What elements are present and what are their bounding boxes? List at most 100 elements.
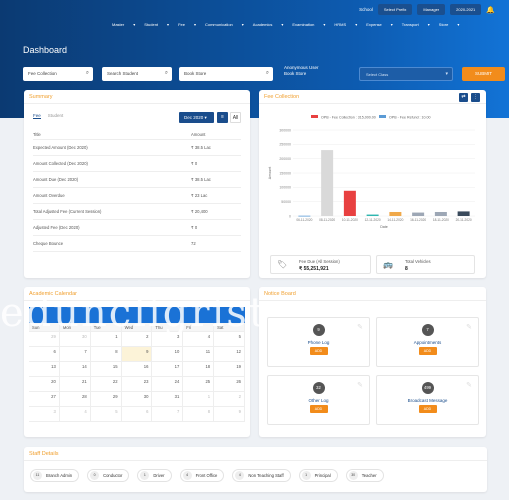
calendar-day-header: Fri: [183, 323, 215, 332]
calendar-day[interactable]: 1: [183, 392, 215, 407]
book-store-input[interactable]: Book Store ⌕: [179, 67, 273, 81]
kpi-total-vehicles[interactable]: 🚌 Total Vehicles 8: [376, 255, 475, 274]
calendar-day[interactable]: 30: [121, 392, 153, 407]
notice-name[interactable]: Appointments: [377, 340, 478, 345]
calendar-day[interactable]: 6: [121, 407, 153, 422]
calendar-day[interactable]: 10: [152, 347, 184, 362]
nav-item-master[interactable]: Master: [112, 22, 124, 27]
staff-role: Front Office: [195, 473, 218, 478]
bar-chart: OPB - Fee Collection : 315,000.00 OPB - F…: [268, 115, 475, 229]
calendar-day[interactable]: 3: [29, 407, 60, 422]
search-student-input[interactable]: Search Student ⌕: [102, 67, 172, 81]
calendar-day[interactable]: 26: [214, 377, 245, 392]
calendar-day[interactable]: 24: [152, 377, 184, 392]
add-button[interactable]: ADD: [418, 347, 437, 355]
notice-other-log: ✎ 32 Other Log ADD: [267, 375, 370, 425]
nav-item-store[interactable]: Store: [439, 22, 449, 27]
nav-item-hrms[interactable]: HRMS: [334, 22, 346, 27]
calendar-day[interactable]: 9: [214, 407, 245, 422]
notice-count: 499: [421, 382, 434, 394]
calendar-day[interactable]: 2: [121, 332, 153, 347]
staff-chip[interactable]: 1 Principal: [298, 469, 338, 482]
chevron-down-icon: ▾: [355, 22, 358, 27]
calendar-day[interactable]: 25: [183, 377, 215, 392]
calendar-day[interactable]: 2: [214, 392, 245, 407]
refresh-icon[interactable]: ⇄: [459, 93, 468, 102]
branch-select[interactable]: Select Prefix: [377, 4, 413, 15]
staff-chip[interactable]: 30 Teacher: [345, 469, 384, 482]
calendar-day[interactable]: 7: [59, 347, 91, 362]
nav-item-academics[interactable]: Academics: [253, 22, 273, 27]
all-button[interactable]: All: [230, 112, 241, 123]
calendar-day[interactable]: 30: [59, 332, 91, 347]
notice-name[interactable]: Broadcast Message: [377, 398, 478, 403]
calendar-day[interactable]: 27: [29, 392, 60, 407]
add-button[interactable]: ADD: [309, 347, 328, 355]
notice-phone-log: ✎ 9 Phone Log ADD: [267, 317, 370, 367]
tab-fee[interactable]: Fee: [33, 113, 41, 119]
chevron-down-icon: ▾: [323, 22, 326, 27]
calendar-day[interactable]: 29: [29, 332, 60, 347]
calendar-day[interactable]: 23: [121, 377, 153, 392]
nav-item-expense[interactable]: Expense: [366, 22, 382, 27]
nav-item-examination[interactable]: Examination: [292, 22, 314, 27]
anonymous-user: Anonymous User Book Store: [284, 65, 319, 77]
bell-icon[interactable]: 🔔: [486, 6, 495, 14]
calendar-day[interactable]: 7: [152, 407, 184, 422]
calendar-day[interactable]: 17: [152, 362, 184, 377]
calendar-day[interactable]: 11: [183, 347, 215, 362]
staff-chip[interactable]: 11 Branch Admin: [30, 469, 80, 482]
x-tick-label: 10-11-2020: [342, 218, 358, 222]
submit-button[interactable]: SUBMIT: [462, 67, 505, 81]
calendar-day[interactable]: 12: [214, 347, 245, 362]
staff-chip[interactable]: 0 Conductor: [87, 469, 130, 482]
add-button[interactable]: ADD: [309, 405, 328, 413]
calendar-day[interactable]: 13: [29, 362, 60, 377]
calendar-day[interactable]: 6: [29, 347, 60, 362]
calendar-day[interactable]: 8: [183, 407, 215, 422]
session-select[interactable]: 2020-2021: [450, 4, 482, 15]
add-button[interactable]: ADD: [418, 405, 437, 413]
more-icon[interactable]: ⋮: [471, 93, 480, 102]
list-view-icon[interactable]: ≡: [217, 112, 228, 123]
nav-item-communication[interactable]: Communication: [205, 22, 233, 27]
staff-details-title: Staff Details: [24, 447, 487, 461]
calendar-day[interactable]: 18: [183, 362, 215, 377]
nav-item-fee[interactable]: Fee: [178, 22, 185, 27]
fee-collection-select[interactable]: Fee Collection ⌕: [23, 67, 93, 81]
calendar-day[interactable]: 5: [90, 407, 122, 422]
filter-bar: Fee Collection ⌕ Search Student ⌕ Book S…: [23, 65, 505, 81]
calendar-day[interactable]: 29: [90, 392, 122, 407]
tab-student[interactable]: Student: [48, 113, 64, 119]
calendar-day[interactable]: 22: [90, 377, 122, 392]
academic-calendar-card: Academic Calendar Sun Mon Tue Wed Thu Fri Sat 2…: [24, 287, 250, 437]
staff-chip[interactable]: 1 Driver: [137, 469, 172, 482]
select-class-dropdown[interactable]: Select Class ▾: [359, 67, 453, 81]
user-menu[interactable]: Manager: [417, 4, 446, 15]
staff-chip[interactable]: 4 Front Office: [179, 469, 225, 482]
calendar-day[interactable]: 14: [59, 362, 91, 377]
calendar-day[interactable]: 20: [29, 377, 60, 392]
nav-item-student[interactable]: Student: [144, 22, 158, 27]
calendar-day[interactable]: 21: [59, 377, 91, 392]
calendar-day[interactable]: 9: [121, 347, 153, 362]
calendar-day[interactable]: 8: [90, 347, 122, 362]
nav-item-transport[interactable]: Transport: [402, 22, 419, 27]
calendar-day-header: Sun: [29, 323, 60, 332]
notice-name[interactable]: Phone Log: [268, 340, 369, 345]
calendar-day[interactable]: 1: [90, 332, 122, 347]
calendar-day[interactable]: 3: [152, 332, 184, 347]
calendar-day[interactable]: 19: [214, 362, 245, 377]
calendar-day[interactable]: 4: [183, 332, 215, 347]
calendar-day[interactable]: 15: [90, 362, 122, 377]
notice-name[interactable]: Other Log: [268, 398, 369, 403]
calendar-day[interactable]: 31: [152, 392, 184, 407]
calendar-day[interactable]: 28: [59, 392, 91, 407]
calendar-day[interactable]: 5: [214, 332, 245, 347]
staff-chip[interactable]: 4 Non Teaching Staff: [232, 469, 291, 482]
month-select[interactable]: Dec 2020 ▾: [179, 112, 214, 123]
broadcast-icon: ✎: [466, 382, 472, 389]
calendar-day[interactable]: 4: [59, 407, 91, 422]
kpi-fee-due[interactable]: 🏷 Fee Due (All Session) ₹ 55,251,921: [270, 255, 371, 274]
calendar-day[interactable]: 16: [121, 362, 153, 377]
